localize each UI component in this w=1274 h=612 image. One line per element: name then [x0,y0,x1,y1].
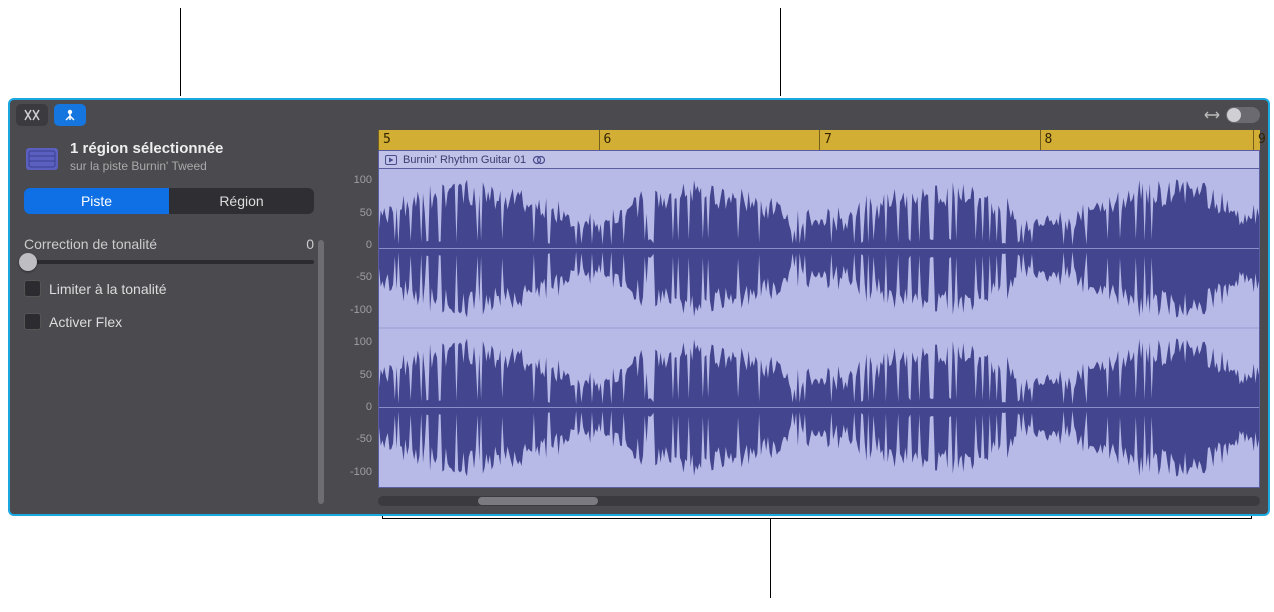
ruler-bar: 7 [819,130,832,150]
ruler-bar: 5 [378,130,391,150]
waveform-svg [379,169,1259,487]
ruler-bar: 8 [1040,130,1053,150]
enable-flex-checkbox[interactable] [24,313,41,330]
bar-ruler[interactable]: 5 6 7 8 9 [378,130,1260,150]
ruler-bar: 9 [1253,130,1266,150]
audio-editor-panel: 1 région sélectionnée sur la piste Burni… [8,98,1270,516]
flex-tool-button[interactable] [54,104,86,126]
region-name-label: Burnin' Rhythm Guitar 01 [403,154,526,166]
region-header[interactable]: Burnin' Rhythm Guitar 01 [378,150,1260,168]
selection-title: 1 région sélectionnée [70,140,223,157]
zoom-switch[interactable] [1226,107,1260,123]
play-region-icon [385,155,397,165]
horizontal-arrows-icon [1204,109,1220,121]
inspector-panel: 1 région sélectionnée sur la piste Burni… [10,130,328,514]
inspector-scrollbar[interactable] [318,240,324,504]
ruler-bar: 6 [599,130,612,150]
waveform-main: 5 6 7 8 9 Burnin' Rhythm Guitar 01 10050… [328,130,1268,514]
tab-region[interactable]: Région [169,188,314,214]
amp-plugin-icon [24,144,60,174]
amplitude-scale: 100500-50-100 100500-50-100 [328,164,378,488]
loop-icon [532,155,546,165]
limit-to-key-label: Limiter à la tonalité [49,281,167,297]
editor-toolbar [10,100,1268,130]
tab-track[interactable]: Piste [24,188,169,214]
callout-bottom-v [770,518,771,598]
slider-knob[interactable] [19,253,37,271]
scrollbar-thumb[interactable] [478,497,598,505]
callout-top [780,8,781,96]
pitch-correction-label: Correction de tonalité [24,236,157,252]
enable-flex-label: Activer Flex [49,314,122,330]
selection-subtitle: sur la piste Burnin' Tweed [70,159,223,173]
limit-to-key-checkbox[interactable] [24,280,41,297]
pitch-correction-value: 0 [306,236,314,252]
inspector-tabs: Piste Région [24,188,314,214]
callout-left [180,8,181,96]
callout-bottom-h [382,518,1252,519]
horizontal-zoom-control[interactable] [1204,107,1260,123]
pitch-correction-slider[interactable] [24,260,314,264]
horizontal-scrollbar[interactable] [378,496,1260,506]
edit-tool-button[interactable] [16,104,48,126]
waveform-region[interactable] [378,168,1260,488]
